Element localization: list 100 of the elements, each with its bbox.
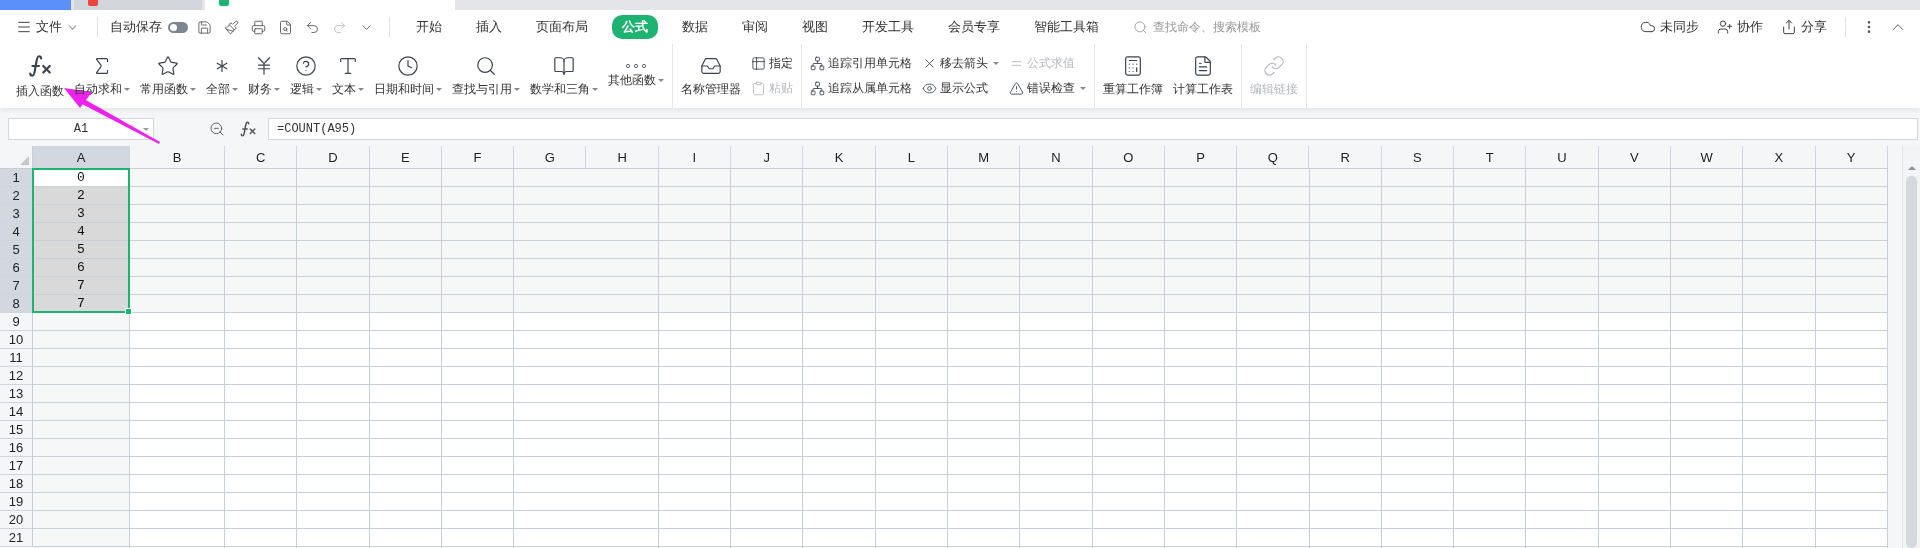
column-header[interactable]: R (1309, 146, 1382, 169)
name-box[interactable]: A1 (8, 118, 154, 140)
ribbon-button[interactable]: 其他函数 (604, 46, 668, 106)
column-header[interactable]: E (369, 146, 442, 169)
column-header[interactable]: K (803, 146, 876, 169)
calculator-icon (1122, 54, 1144, 77)
ribbon-button[interactable]: 常用函数 (136, 46, 200, 106)
ribbon-button[interactable]: 错误检查 (1005, 78, 1090, 99)
book-icon (553, 54, 575, 77)
scrollbar[interactable] (1902, 146, 1920, 548)
column-header[interactable]: F (441, 146, 515, 169)
ribbon-tab[interactable]: 开发工具 (852, 15, 924, 39)
column-header[interactable]: V (1598, 146, 1671, 169)
row-header[interactable]: 5 (0, 241, 33, 259)
window-tab[interactable] (74, 0, 202, 10)
row-header[interactable]: 20 (0, 511, 33, 529)
ribbon-button[interactable]: 全部 (202, 46, 242, 106)
ribbon-button[interactable]: 财务 (244, 46, 284, 106)
file-menu[interactable]: 文件 (10, 14, 85, 40)
search-icon (1133, 19, 1148, 35)
ribbon-button[interactable]: 追踪从属单元格 (806, 78, 916, 99)
column-header[interactable]: X (1743, 146, 1816, 169)
column-header[interactable]: W (1670, 146, 1744, 169)
column-header[interactable]: D (297, 146, 370, 169)
column-header[interactable]: C (225, 146, 298, 169)
function-icon (27, 52, 53, 79)
column-header[interactable]: S (1381, 146, 1455, 169)
column-header[interactable]: Y (1815, 146, 1888, 169)
eye-icon (922, 81, 937, 96)
row-header[interactable]: 16 (0, 439, 33, 457)
toolbar-action[interactable]: 未同步 (1634, 14, 1705, 40)
link-icon (1263, 54, 1285, 77)
ribbon-tab[interactable]: 数据 (672, 15, 718, 39)
row-header[interactable]: 4 (0, 223, 33, 241)
ribbon-button[interactable]: 插入函数 (12, 46, 68, 106)
ribbon-button[interactable]: 查找与引用 (448, 46, 524, 106)
column-header[interactable]: N (1020, 146, 1093, 169)
row-header[interactable]: 19 (0, 493, 33, 511)
row-header[interactable]: 10 (0, 331, 33, 349)
ribbon-tab[interactable]: 插入 (466, 15, 512, 39)
row-header[interactable]: 11 (0, 349, 33, 367)
autosave-toggle[interactable] (168, 21, 188, 33)
column-header[interactable]: T (1454, 146, 1527, 169)
row-header[interactable]: 2 (0, 187, 33, 205)
row-header[interactable]: 1 (0, 169, 33, 187)
ribbon-button[interactable]: 计算工作表 (1169, 46, 1237, 106)
ribbon-button[interactable]: 追踪引用单元格 (806, 53, 916, 74)
formula-field[interactable]: =COUNT(A95) (268, 118, 1918, 140)
ribbon-button[interactable]: 显示公式 (918, 78, 1003, 99)
user-add-icon (1717, 19, 1733, 35)
row-header[interactable]: 6 (0, 259, 33, 277)
ribbon-tab[interactable]: 智能工具箱 (1024, 15, 1109, 39)
toolbar-action[interactable]: 分享 (1775, 14, 1833, 40)
ribbon-button[interactable]: 文本 (328, 46, 368, 106)
row-header[interactable]: 8 (0, 295, 33, 313)
column-header[interactable]: O (1092, 146, 1165, 169)
toolbar-action[interactable]: 协作 (1711, 14, 1769, 40)
ribbon-button[interactable]: 移去箭头 (918, 53, 1003, 74)
row-header[interactable]: 17 (0, 457, 33, 475)
row-header[interactable]: 7 (0, 277, 33, 295)
row-header[interactable]: 13 (0, 385, 33, 403)
column-header[interactable]: G (514, 146, 587, 169)
column-header[interactable]: P (1164, 146, 1238, 169)
ribbon-tab[interactable]: 开始 (406, 15, 452, 39)
column-header[interactable]: A (33, 146, 130, 169)
magnifier-icon (475, 54, 497, 77)
row-header[interactable]: 3 (0, 205, 33, 223)
row-header[interactable]: 9 (0, 313, 33, 331)
ribbon-button[interactable]: 逻辑 (286, 46, 326, 106)
row-header[interactable]: 14 (0, 403, 33, 421)
fill-handle[interactable] (125, 308, 132, 315)
row-header[interactable]: 15 (0, 421, 33, 439)
table-icon (751, 56, 766, 71)
ribbon-button[interactable]: 重算工作簿 (1099, 46, 1167, 106)
column-header[interactable]: J (731, 146, 804, 169)
autosave-label: 自动保存 (110, 18, 162, 36)
column-header[interactable]: Q (1237, 146, 1310, 169)
column-header[interactable]: M (947, 146, 1021, 169)
ribbon-tab[interactable]: 视图 (792, 15, 838, 39)
ribbon-button[interactable]: 名称管理器 (677, 46, 745, 106)
ribbon-tab[interactable]: 页面布局 (526, 15, 598, 39)
column-header[interactable]: L (875, 146, 948, 169)
ribbon-button[interactable]: 日期和时间 (370, 46, 446, 106)
ribbon-button[interactable]: 数学和三角 (526, 46, 602, 106)
column-header[interactable]: I (658, 146, 732, 169)
ribbon-button[interactable]: 指定 (747, 53, 797, 74)
column-header[interactable]: U (1526, 146, 1599, 169)
column-header[interactable]: B (130, 146, 225, 169)
branch-icon (810, 81, 825, 96)
clipboard-icon (751, 81, 766, 96)
warning-icon (1009, 81, 1024, 96)
ribbon-tab[interactable]: 会员专享 (938, 15, 1010, 39)
column-header[interactable]: H (586, 146, 659, 169)
row-header[interactable]: 21 (0, 529, 33, 547)
row-header[interactable]: 12 (0, 367, 33, 385)
ribbon-tab[interactable]: 审阅 (732, 15, 778, 39)
table-cell: 5 (33, 241, 130, 259)
search-field[interactable]: 查找命令、搜索模板 (1151, 19, 1275, 35)
row-header[interactable]: 18 (0, 475, 33, 493)
window-tab[interactable] (205, 0, 455, 10)
